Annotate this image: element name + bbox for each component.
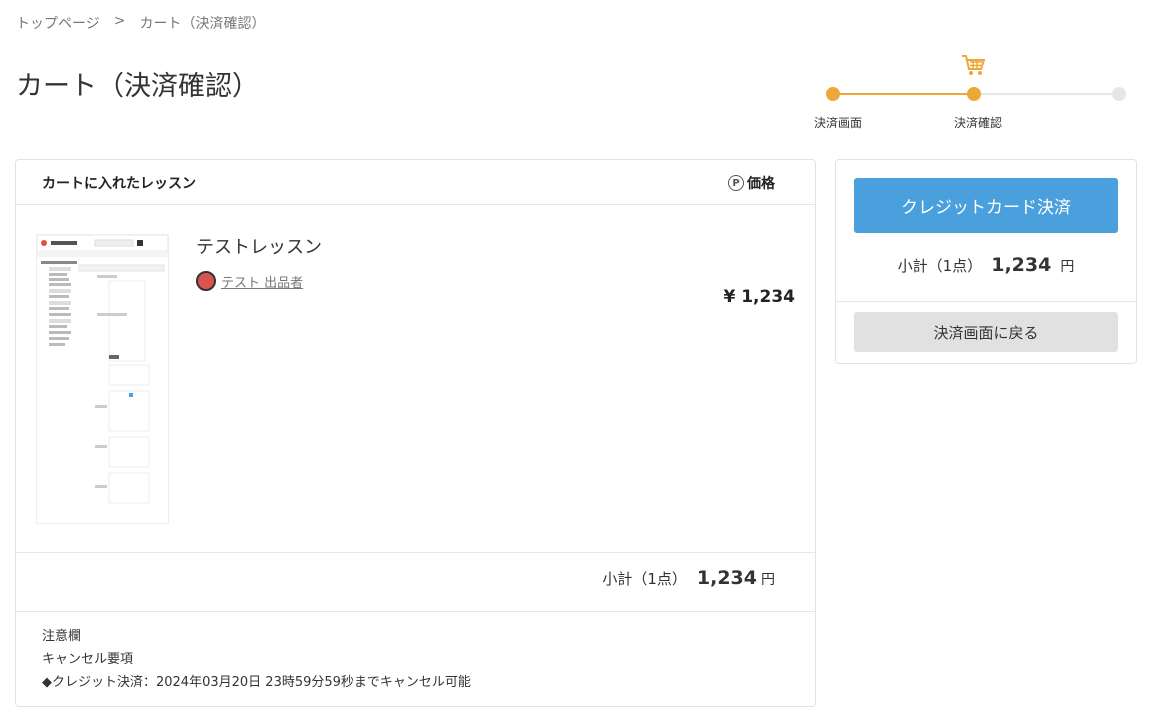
- cart-icon: [962, 55, 986, 75]
- credit-card-payment-button[interactable]: クレジットカード決済: [854, 178, 1118, 233]
- step-line-active: [833, 93, 975, 95]
- back-to-payment-button[interactable]: 決済画面に戻る: [854, 312, 1118, 352]
- notes-section: 注意欄 キャンセル要項 ◆クレジット決済：2024年03月20日 23時59分5…: [42, 625, 471, 694]
- step-line-inactive: [975, 93, 1119, 95]
- lesson-name: テストレッスン: [196, 237, 322, 258]
- cart-header-title: カートに入れたレッスン: [42, 176, 196, 192]
- sidebar-subtotal-value: 1,234: [991, 254, 1052, 276]
- seller-link[interactable]: テスト 出品者: [221, 272, 303, 291]
- checkout-sidebar: クレジットカード決済 小計（1点） 1,234 円 決済画面に戻る: [835, 159, 1137, 364]
- thumbnail-image: [37, 235, 168, 523]
- breadcrumb-separator: >: [113, 13, 126, 29]
- cart-subtotal-row: 小計（1点） 1,234 円: [16, 553, 815, 612]
- page-title: カート（決済確認）: [16, 71, 259, 102]
- step-label-2: 決済確認: [954, 116, 1003, 130]
- breadcrumb: トップページ > カート（決済確認）: [16, 13, 265, 33]
- notes-line-2: ◆クレジット決済：2024年03月20日 23時59分59秒までキャンセル可能: [42, 675, 471, 690]
- sidebar-divider: [836, 301, 1136, 302]
- sidebar-subtotal-label: 小計（1点）: [897, 257, 983, 275]
- sidebar-subtotal-unit: 円: [1060, 259, 1075, 275]
- subtotal-value: 1,234: [696, 567, 757, 589]
- step-dot-3: [1112, 87, 1126, 101]
- notes-line-1: キャンセル要項: [42, 652, 134, 667]
- seller-info: テスト 出品者: [196, 271, 303, 291]
- cart-header: カートに入れたレッスン P 価格: [16, 160, 815, 205]
- price-header-label: 価格: [747, 176, 775, 192]
- points-icon: P: [728, 175, 744, 191]
- subtotal-label: 小計（1点）: [602, 570, 687, 588]
- lesson-thumbnail[interactable]: [36, 234, 169, 524]
- notes-title: 注意欄: [42, 629, 82, 644]
- step-label-1: 決済画面: [814, 116, 863, 130]
- price-header: P 価格: [728, 173, 775, 193]
- cart-subtotal: 小計（1点） 1,234 円: [602, 567, 775, 589]
- breadcrumb-current: カート（決済確認）: [139, 16, 266, 32]
- step-dot-1: [826, 87, 840, 101]
- seller-avatar: [196, 271, 216, 291]
- step-dot-2: [967, 87, 981, 101]
- cart-item: テストレッスン テスト 出品者 ¥ 1,234: [16, 205, 815, 553]
- sidebar-subtotal: 小計（1点） 1,234 円: [836, 254, 1136, 276]
- subtotal-unit: 円: [761, 572, 775, 588]
- breadcrumb-home-link[interactable]: トップページ: [16, 13, 100, 33]
- cart-panel: カートに入れたレッスン P 価格 テストレッスン テスト 出品者 ¥ 1,234…: [15, 159, 816, 707]
- item-price: ¥ 1,234: [723, 287, 795, 307]
- progress-steps: 決済画面 決済確認: [810, 50, 1140, 140]
